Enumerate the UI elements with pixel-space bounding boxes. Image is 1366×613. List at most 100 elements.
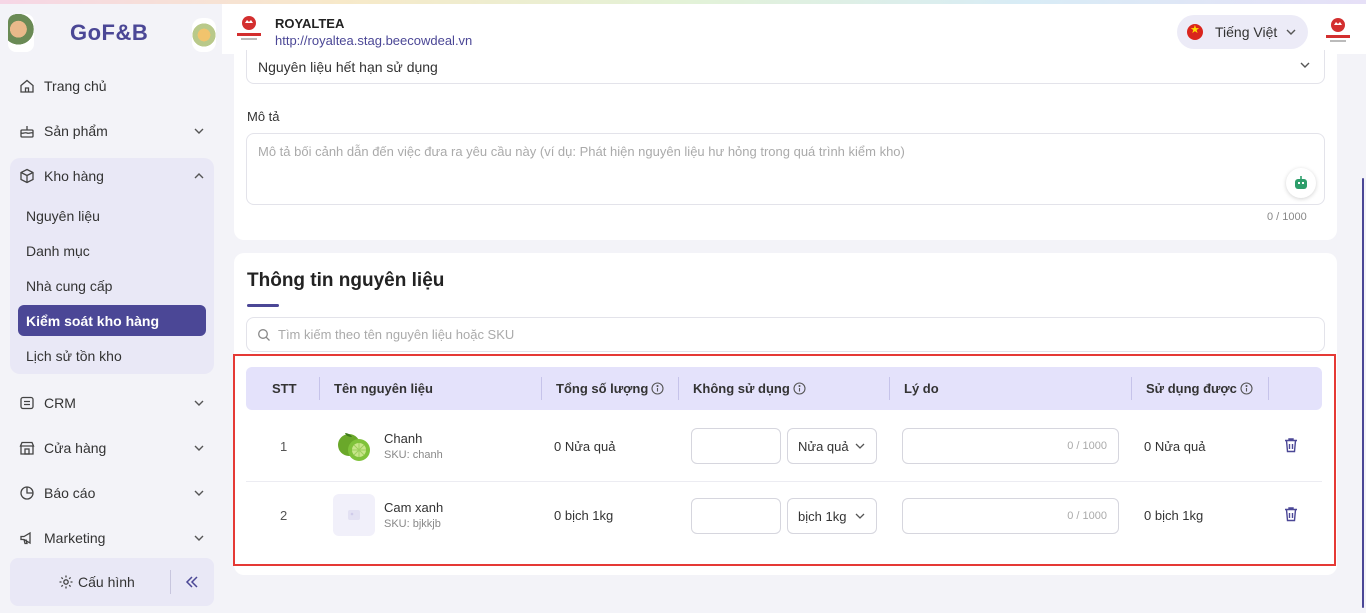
sidebar-item-reports[interactable]: Báo cáo	[10, 475, 214, 511]
image-icon	[348, 510, 360, 520]
unit-select-value: bịch 1kg	[798, 508, 847, 524]
row-material-name: Cam xanh	[384, 500, 444, 515]
title-underline	[247, 304, 279, 307]
column-separator	[889, 377, 890, 400]
info-icon[interactable]	[1240, 382, 1253, 395]
unit-select[interactable]: Nửa quả	[787, 428, 877, 464]
user-avatar[interactable]	[1322, 14, 1354, 46]
search-input[interactable]	[278, 327, 1178, 342]
sidebar-footer: Cấu hình	[10, 558, 214, 606]
chevron-down-icon	[194, 490, 204, 496]
sidebar-subitem-ingredients[interactable]: Nguyên liệu	[18, 200, 206, 231]
reason-select[interactable]: Nguyên liệu hết hạn sử dụng	[246, 50, 1325, 84]
sidebar-item-marketing[interactable]: Marketing	[10, 520, 214, 556]
sidebar-subitem-categories[interactable]: Danh mục	[18, 235, 206, 266]
column-header-reason: Lý do	[904, 381, 939, 396]
chevron-up-icon	[194, 173, 204, 179]
settings-label: Cấu hình	[78, 574, 135, 590]
column-separator	[1131, 377, 1132, 400]
row-total-quantity: 0 Nửa quả	[554, 439, 616, 454]
trash-icon[interactable]	[1282, 505, 1300, 523]
page-scrollbar[interactable]	[1362, 178, 1364, 608]
row-total-quantity: 0 bịch 1kg	[554, 508, 614, 523]
ai-assistant-button[interactable]	[1286, 168, 1316, 198]
store-icon	[18, 439, 36, 457]
unit-select[interactable]: bịch 1kg	[787, 498, 877, 534]
cake-icon	[18, 122, 36, 140]
robot-icon	[1295, 176, 1307, 189]
unused-quantity-input[interactable]	[691, 428, 781, 464]
collapse-sidebar-icon[interactable]	[182, 572, 202, 592]
unused-quantity-input[interactable]	[691, 498, 781, 534]
top-header: ROYALTEA http://royaltea.stag.beecowdeal…	[222, 4, 1366, 54]
gear-icon	[58, 574, 74, 590]
brand-decoration-right	[192, 18, 216, 52]
description-label: Mô tả	[247, 109, 280, 124]
table-row: 2 Cam xanh SKU: bjkkjb 0 bịch 1kg bịch 1…	[246, 481, 1322, 551]
row-stt: 1	[280, 439, 288, 454]
reason-select-value: Nguyên liệu hết hạn sử dụng	[258, 58, 438, 75]
sidebar-item-products[interactable]: Sản phẩm	[10, 113, 214, 149]
language-label: Tiếng Việt	[1215, 24, 1278, 40]
store-name: ROYALTEA	[275, 16, 345, 31]
column-header-stt: STT	[272, 381, 297, 396]
materials-search[interactable]	[246, 317, 1325, 352]
chevron-down-icon	[194, 400, 204, 406]
sidebar-item-stores[interactable]: Cửa hàng	[10, 430, 214, 466]
chevron-down-icon	[194, 535, 204, 541]
sidebar-item-crm[interactable]: CRM	[10, 385, 214, 421]
language-selector[interactable]: Tiếng Việt	[1177, 15, 1308, 49]
brand-decoration-left	[8, 14, 34, 52]
sidebar-subitem-inventory-control[interactable]: Kiểm soát kho hàng	[18, 305, 206, 336]
column-separator	[541, 377, 542, 400]
settings-button[interactable]: Cấu hình	[58, 574, 135, 590]
megaphone-icon	[18, 529, 36, 547]
description-char-counter: 0 / 1000	[1267, 211, 1307, 223]
row-material-name: Chanh	[384, 431, 423, 446]
store-url[interactable]: http://royaltea.stag.beecowdeal.vn	[275, 33, 472, 48]
unit-select-value: Nửa quả	[798, 438, 849, 454]
column-header-total: Tổng số lượng	[556, 367, 664, 410]
column-separator	[1268, 377, 1269, 400]
brand-logo[interactable]: GoF&B	[0, 4, 222, 60]
column-header-unused: Không sử dụng	[693, 367, 806, 410]
home-icon	[18, 77, 36, 95]
sidebar-subitem-suppliers[interactable]: Nhà cung cấp	[18, 270, 206, 301]
chevron-down-icon	[1300, 62, 1310, 68]
reason-input[interactable]: 0 / 1000	[902, 428, 1119, 464]
info-icon[interactable]	[793, 382, 806, 395]
column-header-name: Tên nguyên liệu	[334, 381, 433, 396]
search-icon	[258, 328, 270, 341]
chevron-down-icon	[194, 445, 204, 451]
column-separator	[678, 377, 679, 400]
row-usable-quantity: 0 Nửa quả	[1144, 439, 1206, 454]
sidebar-subitem-stock-history[interactable]: Lịch sử tồn kho	[18, 340, 206, 371]
description-textarea[interactable]: Mô tả bối cảnh dẫn đến việc đưa ra yêu c…	[246, 133, 1325, 205]
request-info-card: Nguyên liệu hết hạn sử dụng Mô tả Mô tả …	[234, 50, 1337, 240]
chart-icon	[18, 484, 36, 502]
sidebar: GoF&B Trang chủ Sản phẩm Kho hàng Nguyên…	[0, 4, 222, 613]
reason-char-counter: 0 / 1000	[1067, 510, 1107, 522]
footer-divider	[170, 570, 171, 594]
vietnam-flag-icon	[1187, 23, 1203, 40]
lime-thumbnail	[338, 433, 370, 461]
table-row: 1 Chanh SKU: chanh 0 Nửa quả Nửa quả 0 /…	[246, 411, 1322, 481]
chevron-down-icon	[855, 513, 865, 519]
row-material-sku: SKU: bjkkjb	[384, 518, 441, 530]
crm-icon	[18, 394, 36, 412]
chevron-down-icon	[1286, 29, 1296, 35]
store-logo	[237, 16, 261, 40]
row-stt: 2	[280, 508, 288, 523]
sidebar-group-warehouse: Kho hàng Nguyên liệu Danh mục Nhà cung c…	[10, 158, 214, 374]
row-usable-quantity: 0 bịch 1kg	[1144, 508, 1204, 523]
brand-name: GoF&B	[70, 20, 149, 45]
sidebar-item-home[interactable]: Trang chủ	[10, 68, 214, 104]
trash-icon[interactable]	[1282, 436, 1300, 454]
reason-input[interactable]: 0 / 1000	[902, 498, 1119, 534]
chevron-down-icon	[855, 443, 865, 449]
materials-table-header: STT Tên nguyên liệu Tổng số lượng Không …	[246, 367, 1322, 410]
image-placeholder	[333, 494, 375, 536]
info-icon[interactable]	[651, 382, 664, 395]
sidebar-item-warehouse[interactable]: Kho hàng	[10, 158, 214, 194]
reason-char-counter: 0 / 1000	[1067, 440, 1107, 452]
